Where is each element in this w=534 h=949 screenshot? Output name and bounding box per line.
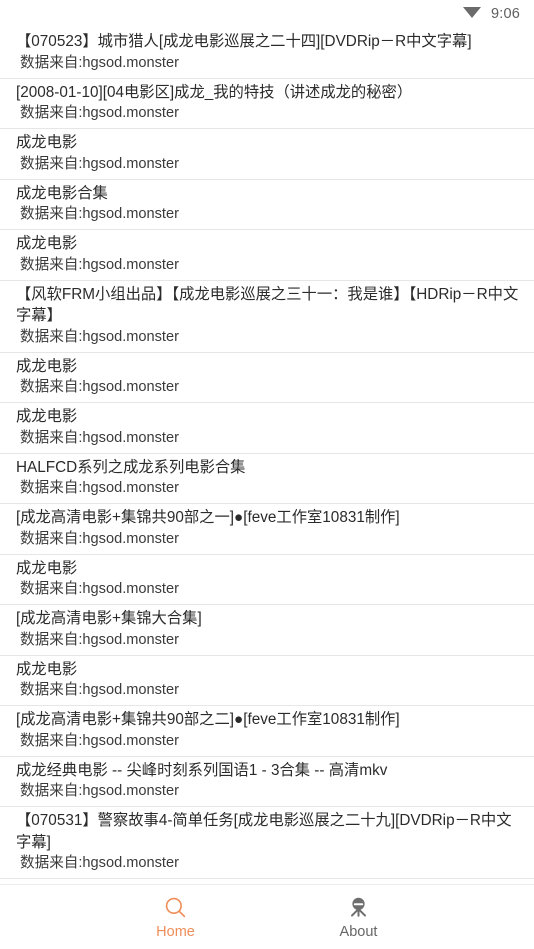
list-item-source: 数据来自:hgsod.monster <box>20 379 179 395</box>
list-item-source: 数据来自:hgsod.monster <box>20 732 179 749</box>
list-item[interactable]: [成龙高清电影+集锦共90部之二]●[feve工作室10831制作] 数据来自:h… <box>0 706 534 757</box>
list-item[interactable]: 【070531】警察故事4-简单任务[成龙电影巡展之二十九][DVDRip－R中… <box>0 807 534 879</box>
list-item[interactable]: 成龙电影数据来自:hgsod.monster <box>0 352 534 403</box>
list-item-title: 成龙电影 <box>16 660 78 678</box>
list-item-source: 数据来自:hgsod.monster <box>20 530 179 547</box>
nav-tab-home-label: Home <box>156 924 195 940</box>
list-item-source: 数据来自:hgsod.monster <box>20 105 179 121</box>
bottom-navigation: Home About <box>0 884 534 949</box>
nav-tab-about-label: About <box>339 924 378 940</box>
list-item-source: 数据来自:hgsod.monster <box>20 682 179 698</box>
person-icon <box>347 895 370 919</box>
app-root: 9:06 【070523】城市猎人[成龙电影巡展之二十四][DVDRip－R中文… <box>0 0 534 949</box>
list-item[interactable]: 成龙电影数据来自:hgsod.monster <box>0 230 534 281</box>
list-item-source: 数据来自:hgsod.monster <box>20 783 179 799</box>
nav-left-spacer <box>0 885 84 949</box>
list-item-source: 数据来自:hgsod.monster <box>20 328 179 345</box>
list-item-title: 【070416】A计划[成龙电影巡展之八][DVDRip－R中文字幕] <box>8 882 526 884</box>
result-list[interactable]: 【070523】城市猎人[成龙电影巡展之二十四][DVDRip－R中文字幕] 数据… <box>0 28 534 884</box>
list-item[interactable]: [2008-01-10][04电影区]成龙_我的特技（讲述成龙的秘密） 数据来自:… <box>0 78 534 129</box>
list-item-source: 数据来自:hgsod.monster <box>20 54 179 71</box>
list-item-source: 数据来自:hgsod.monster <box>20 631 179 648</box>
list-item-title: 成龙经典电影 -- 尖峰时刻系列国语1 - 3合集 -- 高清mkv <box>16 761 388 779</box>
wifi-triangle-icon <box>462 5 482 24</box>
list-item[interactable]: 成龙经典电影 -- 尖峰时刻系列国语1 - 3合集 -- 高清mkv 数据来自:h… <box>0 756 534 807</box>
list-item-title: 【风软FRM小组出品】【成龙电影巡展之三十一：我是谁】【HDRip－R中文字幕】 <box>16 285 519 325</box>
list-item-title: 【070523】城市猎人[成龙电影巡展之二十四][DVDRip－R中文字幕] <box>16 33 472 50</box>
list-item-title: [成龙高清电影+集锦大合集] <box>16 610 202 627</box>
list-item-title: [成龙高清电影+集锦共90部之二]●[feve工作室10831制作] <box>16 711 400 728</box>
list-item-title: 成龙电影 <box>16 559 78 577</box>
search-icon <box>164 895 187 919</box>
list-item[interactable]: 成龙电影合集数据来自:hgsod.monster <box>0 179 534 230</box>
list-item[interactable]: 【070523】城市猎人[成龙电影巡展之二十四][DVDRip－R中文字幕] 数据… <box>0 28 534 79</box>
list-item[interactable]: [成龙高清电影+集锦大合集] 数据来自:hgsod.monster <box>0 605 534 656</box>
nav-tab-home[interactable]: Home <box>84 885 267 949</box>
nav-right-spacer <box>450 885 534 949</box>
list-item-source: 数据来自:hgsod.monster <box>20 206 179 222</box>
list-item-source: 数据来自:hgsod.monster <box>20 581 179 597</box>
status-bar-clock: 9:06 <box>490 6 520 22</box>
list-item[interactable]: 【070416】A计划[成龙电影巡展之八][DVDRip－R中文字幕]数据来自:… <box>0 879 534 884</box>
list-item-title: [成龙高清电影+集锦共90部之一]●[feve工作室10831制作] <box>16 509 400 526</box>
list-item-title: 成龙电影合集 <box>16 184 108 202</box>
list-item[interactable]: HALFCD系列之成龙系列电影合集数据来自:hgsod.monster <box>0 453 534 504</box>
list-item-title: 成龙电影 <box>16 134 78 151</box>
nav-tab-about[interactable]: About <box>267 885 450 949</box>
list-item[interactable]: 成龙电影数据来自:hgsod.monster <box>0 403 534 454</box>
list-item[interactable]: 成龙电影数据来自:hgsod.monster <box>0 554 534 605</box>
list-item[interactable]: 【风软FRM小组出品】【成龙电影巡展之三十一：我是谁】【HDRip－R中文字幕】… <box>0 280 534 353</box>
list-item-title: HALFCD系列之成龙系列电影合集 <box>16 458 246 476</box>
list-item-title: 成龙电影 <box>16 408 78 425</box>
status-bar: 9:06 <box>0 0 534 28</box>
status-bar-right: 9:06 <box>462 5 520 24</box>
list-item[interactable]: [成龙高清电影+集锦共90部之一]●[feve工作室10831制作] 数据来自:h… <box>0 504 534 555</box>
list-item-title: [2008-01-10][04电影区]成龙_我的特技（讲述成龙的秘密） <box>16 83 413 101</box>
list-item-source: 数据来自:hgsod.monster <box>20 155 179 172</box>
list-item-title: 成龙电影 <box>16 357 78 375</box>
list-item-title: 【070531】警察故事4-简单任务[成龙电影巡展之二十九][DVDRip－R中… <box>16 812 512 851</box>
list-item-source: 数据来自:hgsod.monster <box>20 855 179 871</box>
list-item-source: 数据来自:hgsod.monster <box>20 429 179 446</box>
list-item-source: 数据来自:hgsod.monster <box>20 480 179 496</box>
list-item-title: 成龙电影 <box>16 235 78 252</box>
list-item-source: 数据来自:hgsod.monster <box>20 256 179 273</box>
list-item[interactable]: 成龙电影数据来自:hgsod.monster <box>0 655 534 706</box>
list-item[interactable]: 成龙电影数据来自:hgsod.monster <box>0 129 534 180</box>
